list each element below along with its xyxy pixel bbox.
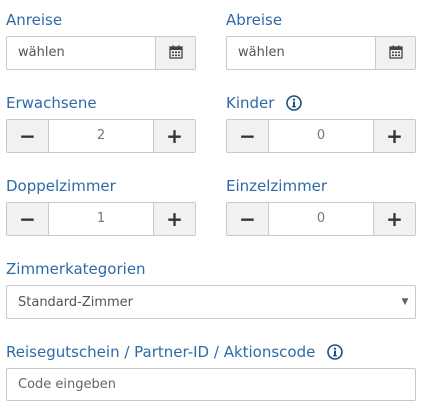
room-category-selected[interactable]: Standard-Zimmer bbox=[7, 295, 395, 310]
single-rooms-decrement-button[interactable]: − bbox=[227, 203, 269, 235]
children-stepper: − 0 + bbox=[226, 119, 416, 153]
departure-label-text: Abreise bbox=[226, 11, 283, 29]
departure-calendar-button[interactable] bbox=[375, 37, 415, 69]
adults-stepper: − 2 + bbox=[6, 119, 196, 153]
single-rooms-stepper: − 0 + bbox=[226, 202, 416, 236]
voucher-label: Reisegutschein / Partner-ID / Aktionscod… bbox=[6, 343, 344, 361]
double-rooms-decrement-button[interactable]: − bbox=[7, 203, 49, 235]
children-label: Kinder bbox=[226, 94, 303, 112]
adults-increment-button[interactable]: + bbox=[153, 120, 195, 152]
arrival-label-text: Anreise bbox=[6, 11, 63, 29]
adults-label: Erwachsene bbox=[6, 94, 97, 112]
room-category-label: Zimmerkategorien bbox=[6, 260, 146, 278]
children-increment-button[interactable]: + bbox=[373, 120, 415, 152]
single-rooms-label: Einzelzimmer bbox=[226, 177, 327, 195]
adults-decrement-button[interactable]: − bbox=[7, 120, 49, 152]
departure-label: Abreise bbox=[226, 11, 282, 29]
children-label-text: Kinder bbox=[226, 94, 275, 112]
departure-date-field[interactable]: wählen bbox=[226, 36, 416, 70]
room-category-select[interactable]: Standard-Zimmer ▼ bbox=[6, 285, 416, 319]
arrival-date-field[interactable]: wählen bbox=[6, 36, 196, 70]
adults-label-text: Erwachsene bbox=[6, 94, 97, 112]
room-category-label-text: Zimmerkategorien bbox=[6, 260, 146, 278]
children-count[interactable]: 0 bbox=[269, 120, 373, 152]
double-rooms-increment-button[interactable]: + bbox=[153, 203, 195, 235]
voucher-code-input[interactable] bbox=[6, 368, 416, 401]
chevron-down-icon[interactable]: ▼ bbox=[395, 297, 415, 307]
single-rooms-count[interactable]: 0 bbox=[269, 203, 373, 235]
single-rooms-increment-button[interactable]: + bbox=[373, 203, 415, 235]
voucher-label-text: Reisegutschein / Partner-ID / Aktionscod… bbox=[6, 343, 316, 361]
double-rooms-label-text: Doppelzimmer bbox=[6, 177, 116, 195]
calendar-icon bbox=[388, 44, 403, 63]
arrival-date-value[interactable]: wählen bbox=[7, 37, 155, 69]
double-rooms-count[interactable]: 1 bbox=[49, 203, 153, 235]
single-rooms-label-text: Einzelzimmer bbox=[226, 177, 328, 195]
departure-date-value[interactable]: wählen bbox=[227, 37, 375, 69]
double-rooms-stepper: − 1 + bbox=[6, 202, 196, 236]
arrival-calendar-button[interactable] bbox=[155, 37, 195, 69]
children-decrement-button[interactable]: − bbox=[227, 120, 269, 152]
double-rooms-label: Doppelzimmer bbox=[6, 177, 116, 195]
info-icon[interactable] bbox=[327, 344, 344, 360]
arrival-label: Anreise bbox=[6, 11, 62, 29]
info-icon[interactable] bbox=[286, 95, 303, 111]
adults-count[interactable]: 2 bbox=[49, 120, 153, 152]
calendar-icon bbox=[168, 44, 183, 63]
